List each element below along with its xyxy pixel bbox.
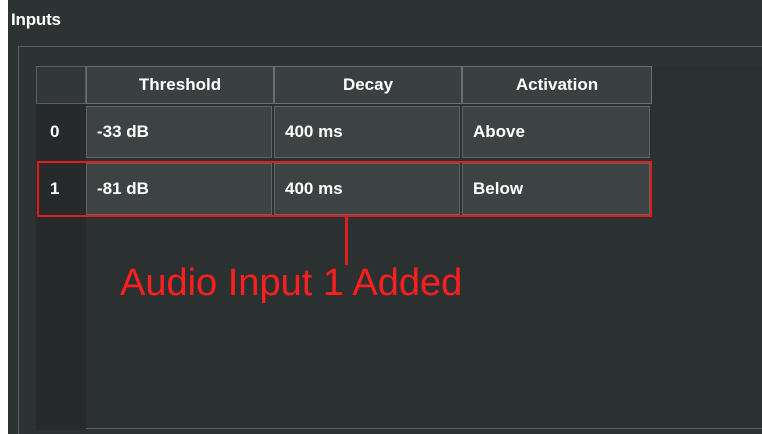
- row-index-1[interactable]: 1: [36, 163, 86, 215]
- row-index-0[interactable]: 0: [36, 106, 86, 158]
- column-header-activation[interactable]: Activation: [462, 66, 652, 104]
- cell-activation-1[interactable]: Below: [462, 163, 650, 215]
- annotation-label: Audio Input 1 Added: [120, 262, 463, 304]
- annotation-connector-line: [345, 217, 348, 265]
- table-corner[interactable]: [36, 66, 86, 104]
- group-border-top: [18, 46, 762, 47]
- cell-decay-0[interactable]: 400 ms: [274, 106, 460, 158]
- cell-activation-0[interactable]: Above: [462, 106, 650, 158]
- column-header-threshold[interactable]: Threshold: [86, 66, 274, 104]
- panel-title: Inputs: [11, 10, 61, 29]
- cell-threshold-1[interactable]: -81 dB: [86, 163, 272, 215]
- column-header-decay[interactable]: Decay: [274, 66, 462, 104]
- cell-threshold-0[interactable]: -33 dB: [86, 106, 272, 158]
- cell-decay-1[interactable]: 400 ms: [274, 163, 460, 215]
- table-bottom-border: [86, 428, 762, 429]
- group-border-left: [18, 46, 19, 434]
